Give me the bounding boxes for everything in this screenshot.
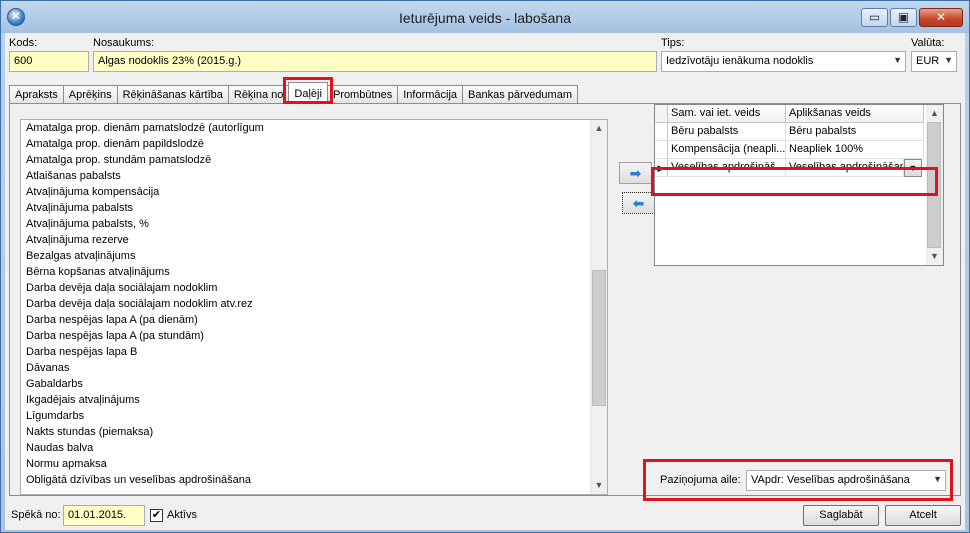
list-item[interactable]: Amatalga prop. dienām pamatslodzē (autor…: [21, 120, 607, 136]
move-left-button[interactable]: ⬅: [622, 192, 655, 214]
window-title: Ieturējuma veids - labošana: [399, 10, 571, 26]
tab-bankas-parvedumam[interactable]: Bankas pārvedumam: [462, 85, 578, 104]
grid-cell-aplik-veids[interactable]: Neapliek 100%: [786, 141, 924, 159]
list-item[interactable]: Atvaļinājuma rezerve: [21, 232, 607, 248]
chevron-down-icon[interactable]: ▼: [904, 159, 922, 177]
list-item[interactable]: Bezalgas atvaļinājums: [21, 248, 607, 264]
arrow-right-icon: ➡: [629, 165, 642, 181]
list-item[interactable]: Darba nespējas lapa A (pa dienām): [21, 312, 607, 328]
title-bar[interactable]: Ieturējuma veids - labošana ▭ ▣ ✕: [1, 1, 969, 33]
tab-informacija[interactable]: Informācija: [397, 85, 464, 104]
chevron-down-icon: ▼: [893, 55, 902, 65]
grid-corner: [655, 105, 668, 123]
row-indicator: [655, 141, 668, 159]
pazinojuma-aile-value: VApdr: Veselības apdrošināšana: [751, 474, 910, 486]
available-types-list[interactable]: Amatalga prop. dienām pamatslodzē (autor…: [20, 119, 608, 495]
list-item[interactable]: Līgumdarbs: [21, 408, 607, 424]
minimize-button[interactable]: ▭: [861, 8, 888, 27]
table-row[interactable]: Kompensācija (neapli... Neapliek 100%: [655, 141, 924, 159]
list-scrollbar[interactable]: ▲ ▼: [590, 120, 607, 494]
scroll-down-icon[interactable]: ▼: [591, 477, 607, 494]
list-items-container: Amatalga prop. dienām pamatslodzē (autor…: [21, 120, 607, 488]
tab-panel-daleji: Amatalga prop. dienām pamatslodzē (autor…: [9, 103, 961, 496]
grid-cell-sam-veids[interactable]: Bēru pabalsts: [668, 123, 786, 141]
kods-input[interactable]: 600: [9, 51, 89, 72]
grid-cell-aplik-veids-editor[interactable]: Veselības apdrošināšana: [786, 159, 904, 177]
grid-scrollbar[interactable]: ▲ ▼: [926, 105, 943, 265]
current-row-arrow-icon: ▶: [655, 159, 668, 177]
tab-apraksts[interactable]: Apraksts: [9, 85, 64, 104]
row-indicator: [655, 123, 668, 141]
list-item[interactable]: Naudas balva: [21, 440, 607, 456]
list-item[interactable]: Amatalga prop. dienām papildslodzē: [21, 136, 607, 152]
edit-window: Ieturējuma veids - labošana ▭ ▣ ✕ Kods: …: [0, 0, 970, 533]
scroll-up-icon[interactable]: ▲: [591, 120, 607, 137]
list-item[interactable]: Darba devēja daļa sociālajam nodoklim: [21, 280, 607, 296]
kods-label: Kods:: [9, 37, 38, 49]
tab-aprekins[interactable]: Aprēķins: [62, 85, 118, 104]
list-item[interactable]: Darba devēja daļa sociālajam nodoklim at…: [21, 296, 607, 312]
aktivs-label: Aktīvs: [167, 509, 197, 521]
grid-cell-sam-veids[interactable]: Kompensācija (neapli...: [668, 141, 786, 159]
close-button[interactable]: ✕: [919, 8, 963, 27]
list-item[interactable]: Atvaļinājuma pabalsts, %: [21, 216, 607, 232]
valuta-select-value: EUR: [916, 55, 940, 67]
list-item[interactable]: Atvaļinājuma kompensācija: [21, 184, 607, 200]
tab-rekina-no[interactable]: Rēķina no: [227, 85, 290, 104]
table-row[interactable]: Bēru pabalsts Bēru pabalsts: [655, 123, 924, 141]
scroll-thumb[interactable]: [592, 270, 606, 406]
grid-header-sam-veids[interactable]: Sam. vai iet. veids: [668, 105, 786, 123]
footer-bar: Spēkā no: 01.01.2015. ✔ Aktīvs Saglabāt …: [5, 501, 965, 530]
cancel-button[interactable]: Atcelt: [885, 505, 961, 526]
pazinojuma-aile-select[interactable]: VApdr: Veselības apdrošināšana ▼: [746, 470, 946, 491]
table-row-selected[interactable]: ▶ Veselības apdrošināš... Veselības apdr…: [655, 159, 922, 177]
selected-types-grid[interactable]: Sam. vai iet. veids Aplikšanas veids Bēr…: [654, 104, 944, 266]
tab-strip: Apraksts Aprēķins Rēķināšanas kārtība Rē…: [9, 82, 578, 104]
move-right-button[interactable]: ➡: [619, 162, 652, 184]
grid-header-row: Sam. vai iet. veids Aplikšanas veids: [668, 105, 924, 123]
list-item[interactable]: Obligātā dzīvības un veselības apdrošinā…: [21, 472, 607, 488]
scroll-up-icon[interactable]: ▲: [926, 105, 943, 122]
list-item[interactable]: Ikgadējais atvaļinājums: [21, 392, 607, 408]
list-item[interactable]: Nakts stundas (piemaksa): [21, 424, 607, 440]
scroll-down-icon[interactable]: ▼: [926, 248, 943, 265]
tab-prombutnes[interactable]: Prombūtnes: [326, 85, 399, 104]
list-item[interactable]: Atvaļinājuma pabalsts: [21, 200, 607, 216]
tab-daleji[interactable]: Daļēji: [288, 82, 328, 104]
tips-select-value: Iedzīvotāju ienākuma nodoklis: [666, 55, 814, 67]
save-button[interactable]: Saglabāt: [803, 505, 879, 526]
nosaukums-input[interactable]: Algas nodoklis 23% (2015.g.): [93, 51, 657, 72]
grid-header-aplik-veids[interactable]: Aplikšanas veids: [786, 105, 924, 123]
valuta-label: Valūta:: [911, 37, 945, 49]
arrow-left-icon: ⬅: [632, 195, 645, 211]
list-item[interactable]: Darba nespējas lapa B: [21, 344, 607, 360]
list-item[interactable]: Gabaldarbs: [21, 376, 607, 392]
speka-no-label: Spēkā no:: [11, 509, 61, 521]
grid-cell-sam-veids[interactable]: Veselības apdrošināš...: [668, 159, 786, 177]
list-item[interactable]: Atlaišanas pabalsts: [21, 168, 607, 184]
scroll-thumb[interactable]: [927, 122, 941, 248]
pazinojuma-aile-label: Paziņojuma aile:: [660, 474, 741, 486]
chevron-down-icon: ▼: [944, 55, 953, 65]
list-item[interactable]: Dāvanas: [21, 360, 607, 376]
chevron-down-icon: ▼: [933, 474, 942, 484]
nosaukums-label: Nosaukums:: [93, 37, 155, 49]
list-item[interactable]: Amatalga prop. stundām pamatslodzē: [21, 152, 607, 168]
list-item[interactable]: Bērna kopšanas atvaļinājums: [21, 264, 607, 280]
tips-select[interactable]: Iedzīvotāju ienākuma nodoklis ▼: [661, 51, 906, 72]
tips-label: Tips:: [661, 37, 685, 49]
list-item[interactable]: Darba nespējas lapa A (pa stundām): [21, 328, 607, 344]
aktivs-checkbox[interactable]: ✔: [150, 509, 163, 522]
speka-no-input[interactable]: 01.01.2015.: [63, 505, 145, 526]
tab-rekinasanas-kartiba[interactable]: Rēķināšanas kārtība: [116, 85, 229, 104]
client-area: Kods: 600 Nosaukums: Algas nodoklis 23% …: [5, 33, 965, 530]
valuta-select[interactable]: EUR ▼: [911, 51, 957, 72]
maximize-button[interactable]: ▣: [890, 8, 917, 27]
list-item[interactable]: Normu apmaksa: [21, 456, 607, 472]
grid-cell-aplik-veids[interactable]: Bēru pabalsts: [786, 123, 924, 141]
